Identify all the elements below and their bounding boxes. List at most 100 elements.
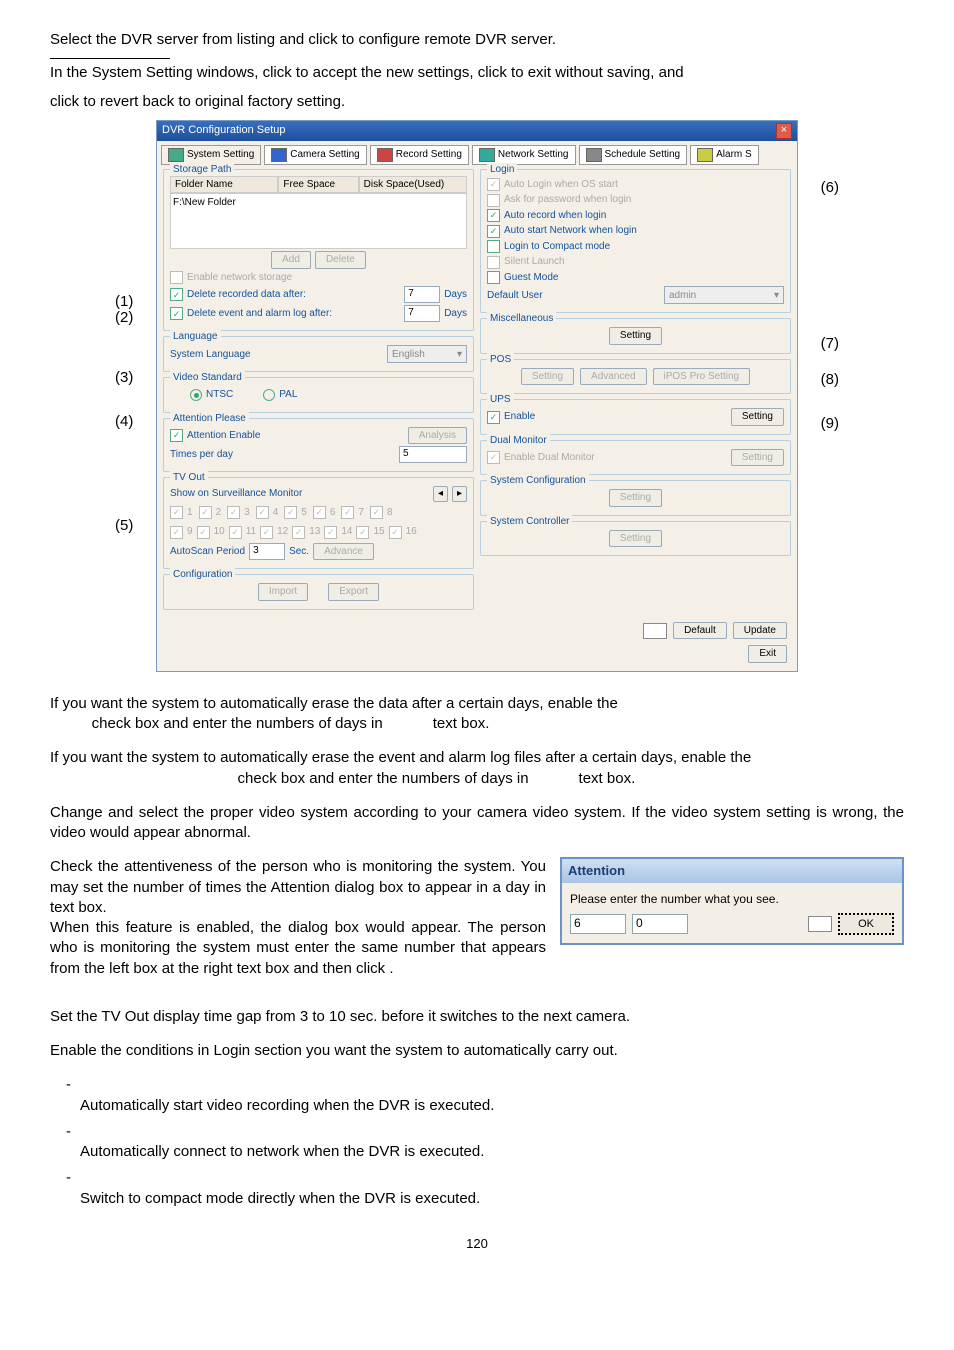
gear-icon: [168, 148, 184, 162]
tab-label: System Setting: [187, 148, 254, 162]
net-storage-checkbox[interactable]: [170, 271, 183, 284]
intro-line-2a: In the System Setting windows, click to …: [50, 63, 904, 83]
tab-camera[interactable]: Camera Setting: [264, 145, 366, 165]
legend: Storage Path: [170, 163, 234, 177]
ask-pwd-checkbox[interactable]: [487, 194, 500, 207]
tab-system[interactable]: System Setting: [161, 145, 261, 165]
arrow-left-icon[interactable]: ◂: [433, 486, 448, 502]
dual-label: Enable Dual Monitor: [504, 451, 727, 465]
autoscan-input[interactable]: 3: [249, 543, 285, 560]
attention-title: Attention: [562, 859, 902, 883]
add-button[interactable]: Add: [271, 251, 311, 269]
ups-setting-button[interactable]: Setting: [731, 408, 784, 426]
login-group: Login ✓Auto Login when OS start Ask for …: [480, 169, 791, 314]
exit-button[interactable]: Exit: [748, 645, 787, 663]
pos-group: POS SettingAdvancediPOS Pro Setting: [480, 359, 791, 395]
pos-setting-button[interactable]: Setting: [521, 368, 574, 386]
lbl: Guest Mode: [504, 271, 558, 285]
language-group: Language System LanguageEnglish▾: [163, 336, 474, 372]
list-item: Automatically start video recording when…: [80, 1075, 904, 1116]
record-icon: [377, 148, 393, 162]
advance-button[interactable]: Advance: [313, 543, 374, 561]
days-label: Days: [444, 288, 467, 302]
tab-label: Alarm S: [716, 148, 752, 162]
dual-setting-button[interactable]: Setting: [731, 449, 784, 467]
tab-bar: System Setting Camera Setting Record Set…: [157, 141, 797, 169]
lang-select[interactable]: English▾: [387, 345, 467, 363]
lbl: Ask for password when login: [504, 193, 631, 207]
alarm-icon: [697, 148, 713, 162]
export-button[interactable]: Export: [328, 583, 379, 601]
lbl: Login to Compact mode: [504, 240, 610, 254]
legend: System Controller: [487, 515, 572, 529]
silent-checkbox[interactable]: [487, 256, 500, 269]
close-icon[interactable]: ×: [776, 123, 792, 139]
tab-schedule[interactable]: Schedule Setting: [579, 145, 688, 165]
legend: Miscellaneous: [487, 312, 556, 326]
ntsc-radio[interactable]: [190, 389, 202, 401]
storage-list[interactable]: F:\New Folder: [170, 193, 467, 249]
legend: Language: [170, 330, 221, 344]
misc-setting-button[interactable]: Setting: [609, 327, 662, 345]
tab-label: Network Setting: [498, 148, 569, 162]
ups-checkbox[interactable]: ✓: [487, 411, 500, 424]
lbl: Auto start Network when login: [504, 224, 637, 238]
import-button[interactable]: Import: [258, 583, 308, 601]
attention-checkbox[interactable]: ✓: [170, 429, 183, 442]
keyboard-icon[interactable]: [643, 623, 667, 639]
footer: Default Update: [157, 616, 797, 646]
misc-group: Miscellaneous Setting: [480, 318, 791, 354]
tab-record[interactable]: Record Setting: [370, 145, 469, 165]
times-input[interactable]: 5: [399, 446, 467, 463]
tab-network[interactable]: Network Setting: [472, 145, 576, 165]
col-used: Disk Space(Used): [359, 176, 467, 194]
delete-log-checkbox[interactable]: ✓: [170, 307, 183, 320]
callout-8: (8): [821, 370, 839, 390]
arrow-right-icon[interactable]: ▸: [452, 486, 467, 502]
keyboard-icon[interactable]: [808, 916, 832, 932]
sysctl-group: System Controller Setting: [480, 521, 791, 557]
ok-button[interactable]: OK: [838, 913, 894, 935]
legend: POS: [487, 353, 514, 367]
para-delete-data: If you want the system to automatically …: [50, 694, 904, 735]
analysis-button[interactable]: Analysis: [408, 427, 467, 445]
days-label: Days: [444, 307, 467, 321]
guest-checkbox[interactable]: [487, 271, 500, 284]
delete-button[interactable]: Delete: [315, 251, 366, 269]
sec-label: Sec.: [289, 545, 309, 559]
attention-right[interactable]: 0: [632, 914, 688, 934]
syscfg-button[interactable]: Setting: [609, 489, 662, 507]
delete-data-checkbox[interactable]: ✓: [170, 288, 183, 301]
ipos-button[interactable]: iPOS Pro Setting: [653, 368, 751, 386]
compact-checkbox[interactable]: [487, 240, 500, 253]
update-button[interactable]: Update: [733, 622, 787, 640]
default-button[interactable]: Default: [673, 622, 727, 640]
col-folder: Folder Name: [170, 176, 278, 194]
ntsc-label: NTSC: [206, 388, 233, 402]
config-group: Configuration ImportExport: [163, 574, 474, 610]
titlebar: DVR Configuration Setup ×: [157, 121, 797, 141]
storage-group: Storage Path Folder Name Free Space Disk…: [163, 169, 474, 332]
auto-record-checkbox[interactable]: ✓: [487, 209, 500, 222]
pal-label: PAL: [279, 388, 297, 402]
delete-log-days[interactable]: 7: [404, 305, 440, 322]
para-video: Change and select the proper video syste…: [50, 803, 904, 844]
callout-4: (4): [115, 412, 133, 432]
delete-data-days[interactable]: 7: [404, 286, 440, 303]
default-user-select[interactable]: admin▾: [664, 286, 784, 304]
page-number: 120: [50, 1235, 904, 1253]
attention-dialog: Attention Please enter the number what y…: [560, 857, 904, 945]
dual-group: Dual Monitor ✓Enable Dual MonitorSetting: [480, 440, 791, 476]
sysctl-button[interactable]: Setting: [609, 530, 662, 548]
net-storage-label: Enable network storage: [187, 271, 292, 285]
tab-alarm[interactable]: Alarm S: [690, 145, 759, 165]
dual-checkbox[interactable]: ✓: [487, 451, 500, 464]
attention-label: Attention Enable: [187, 429, 404, 443]
list-item: Switch to compact mode directly when the…: [80, 1168, 904, 1209]
auto-login-checkbox[interactable]: ✓: [487, 178, 500, 191]
auto-network-checkbox[interactable]: ✓: [487, 225, 500, 238]
legend: Configuration: [170, 568, 235, 582]
callout-9: (9): [821, 414, 839, 434]
pos-advanced-button[interactable]: Advanced: [580, 368, 646, 386]
pal-radio[interactable]: [263, 389, 275, 401]
